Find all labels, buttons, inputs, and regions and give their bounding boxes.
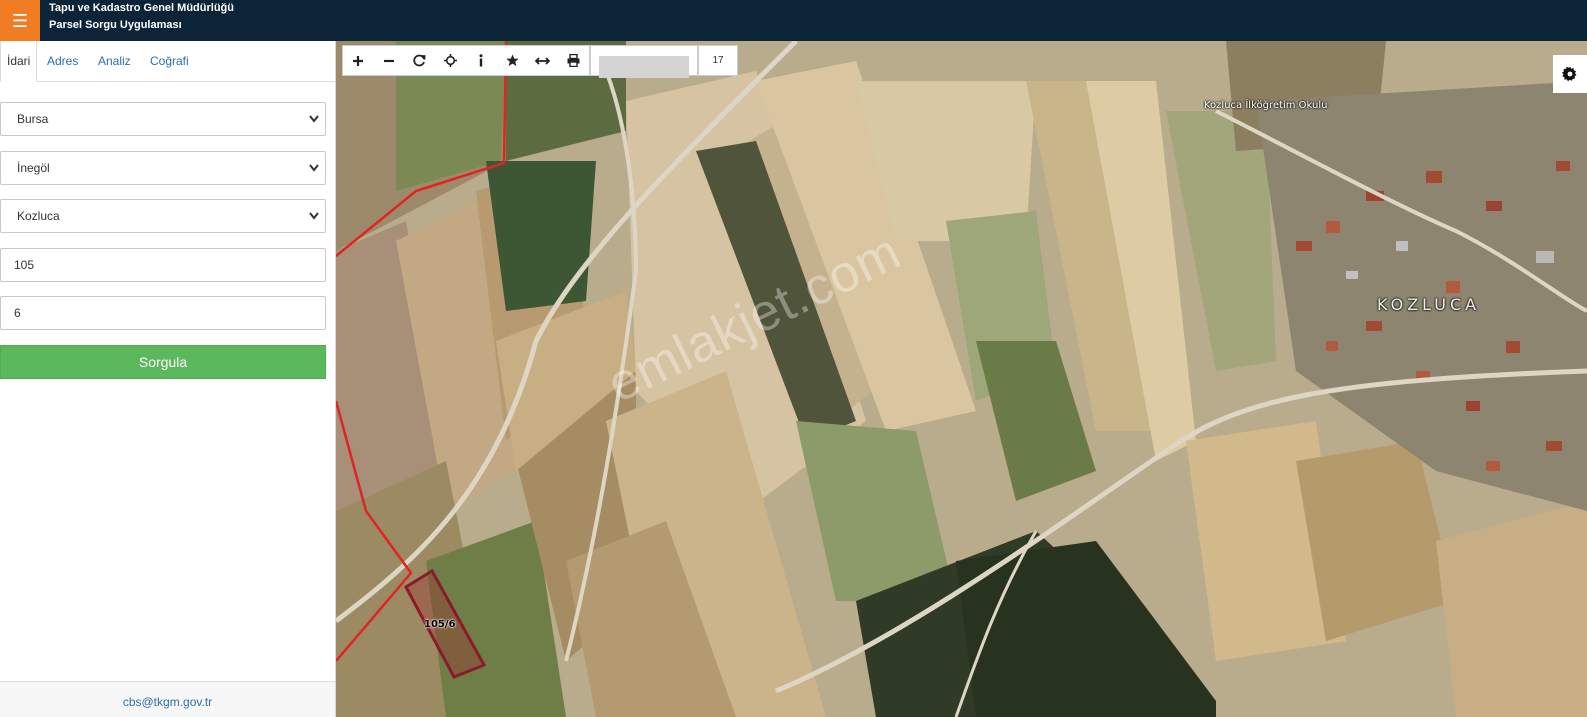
print-icon (567, 54, 580, 67)
app-title: Tapu ve Kadastro Genel Müdürlüğü Parsel … (49, 0, 234, 34)
favorite-button[interactable] (497, 46, 528, 75)
scale-bar (590, 45, 698, 78)
map-view[interactable]: emlakjet.com Kozluca İlköğretim Okulu KO… (336, 41, 1587, 717)
district-value: İnegöl (17, 161, 50, 175)
chevron-down-icon (309, 200, 319, 246)
zoom-out-button[interactable] (374, 46, 405, 75)
contact-email-link[interactable]: cbs@tkgm.gov.tr (0, 695, 335, 709)
print-button[interactable] (558, 46, 589, 75)
app-title-line1: Tapu ve Kadastro Genel Müdürlüğü (49, 2, 234, 14)
query-button[interactable]: Sorgula (0, 345, 326, 379)
sidebar-footer: cbs@tkgm.gov.tr (0, 681, 335, 717)
refresh-icon (413, 54, 426, 67)
star-icon (506, 54, 519, 66)
app-header: ☰ Tapu ve Kadastro Genel Müdürlüğü Parse… (0, 0, 1587, 41)
province-value: Bursa (17, 112, 49, 126)
app-title-line2: Parsel Sorgu Uygulaması (49, 19, 182, 31)
district-select[interactable]: İnegöl (0, 151, 326, 185)
zoom-in-button[interactable] (343, 46, 374, 75)
neighborhood-value: Kozluca (17, 209, 60, 223)
tab-cografi[interactable]: Coğrafi (150, 41, 189, 82)
menu-icon: ☰ (11, 10, 29, 31)
school-label: Kozluca İlköğretim Okulu (1204, 100, 1328, 111)
measure-icon (535, 56, 551, 65)
scale-bar-fill (599, 56, 689, 78)
parcel-label: 105/6 (424, 619, 456, 630)
query-tabs: İdari Adres Analiz Coğrafi (0, 41, 335, 82)
zoom-in-icon (353, 55, 364, 66)
locate-icon (444, 54, 458, 67)
zoom-level-display: 17 (698, 45, 738, 76)
zoom-out-icon (384, 59, 395, 62)
village-label: KOZLUCA (1377, 295, 1481, 314)
tab-analiz[interactable]: Analiz (98, 41, 131, 82)
query-sidebar: İdari Adres Analiz Coğrafi Bursa İnegöl … (0, 41, 336, 717)
block-number-input[interactable]: 105 (0, 248, 326, 282)
info-icon (479, 54, 483, 67)
neighborhood-select[interactable]: Kozluca (0, 199, 326, 233)
parcel-number-input[interactable]: 6 (0, 296, 326, 330)
refresh-button[interactable] (405, 46, 436, 75)
province-select[interactable]: Bursa (0, 102, 326, 136)
tab-idari[interactable]: İdari (0, 41, 38, 82)
locate-button[interactable] (435, 46, 466, 75)
satellite-imagery (336, 41, 1587, 717)
menu-button[interactable]: ☰ (0, 0, 40, 41)
measure-button[interactable] (528, 46, 559, 75)
map-toolbar (342, 45, 590, 76)
info-button[interactable] (466, 46, 497, 75)
chevron-down-icon (309, 152, 319, 198)
gear-icon (1562, 66, 1577, 82)
tab-adres[interactable]: Adres (47, 41, 78, 82)
settings-button[interactable] (1553, 55, 1587, 93)
chevron-down-icon (309, 103, 319, 149)
